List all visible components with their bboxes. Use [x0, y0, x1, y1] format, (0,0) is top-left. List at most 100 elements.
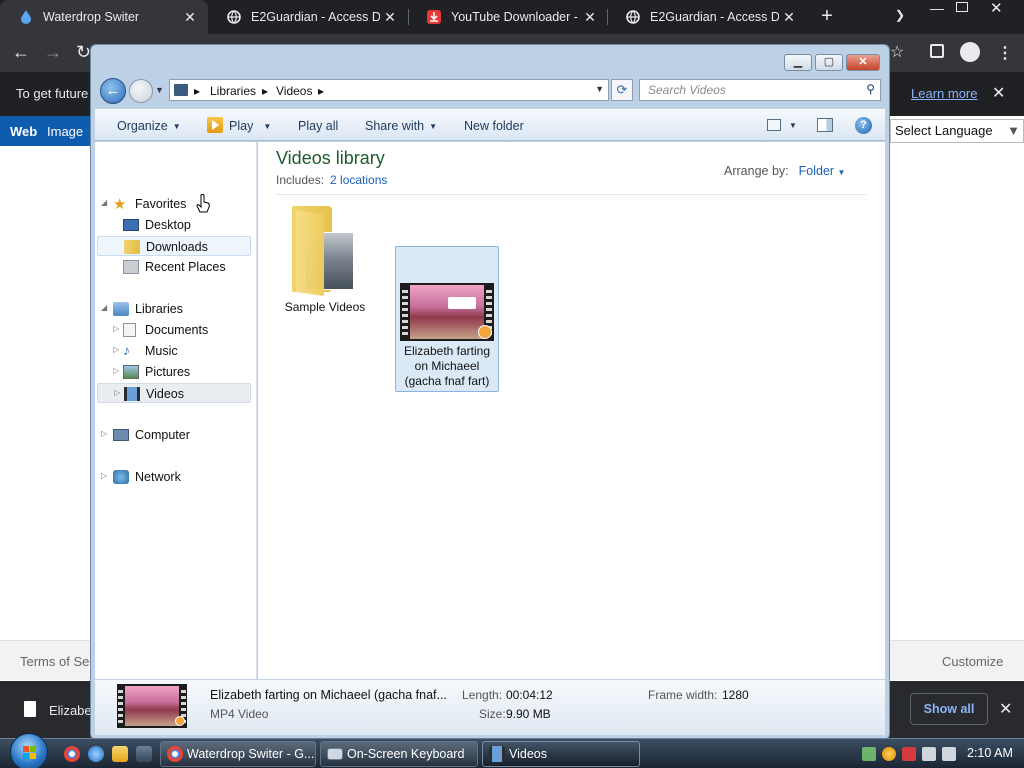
tab-search-chevron-icon[interactable]: ❯	[895, 8, 905, 22]
back-arrow-icon[interactable]: ←	[12, 42, 30, 63]
new-folder-button[interactable]: New folder	[464, 119, 524, 133]
preview-pane-icon[interactable]	[817, 118, 833, 132]
close-tab-icon[interactable]: ✕	[380, 9, 400, 26]
tree-desktop[interactable]: Desktop	[95, 215, 255, 235]
close-window-icon[interactable]: ✕	[990, 0, 1003, 17]
browser-tab-e2guardian-2[interactable]: E2Guardian - Access Den ✕	[607, 0, 807, 34]
close-infobar-icon[interactable]: ✕	[992, 83, 1005, 103]
download-item-name[interactable]: Elizabe	[49, 703, 92, 718]
reload-icon[interactable]: ↻	[76, 42, 91, 63]
show-all-button[interactable]: Show all	[910, 693, 988, 725]
folder-icon	[288, 206, 358, 296]
internet-explorer-icon[interactable]	[88, 746, 104, 762]
web-tab[interactable]: Web	[10, 124, 37, 139]
change-view-icon[interactable]	[767, 119, 781, 131]
minimize-icon[interactable]: ▁	[784, 54, 812, 71]
address-bar[interactable]: ▸ Libraries ▸ Videos ▸ ▼	[169, 79, 609, 101]
expand-arrow-icon[interactable]: ▷	[113, 324, 119, 333]
tree-computer[interactable]: ▷ Computer	[95, 425, 255, 445]
tab-title: E2Guardian - Access Den	[650, 10, 779, 24]
play-all-button[interactable]: Play all	[298, 119, 338, 133]
maximize-icon[interactable]: ▢	[815, 54, 843, 71]
network-tray-icon[interactable]	[862, 747, 876, 761]
file-item-elizabeth-video[interactable]: Elizabeth farting on Michaeel (gacha fna…	[395, 246, 499, 392]
taskbar-chrome-button[interactable]: Waterdrop Switer - G...	[160, 741, 316, 767]
maximize-icon[interactable]	[956, 2, 968, 12]
language-select[interactable]: Select Language ▼	[890, 119, 1024, 143]
help-icon[interactable]: ?	[855, 117, 872, 134]
dropdown-arrow-icon[interactable]: ▼	[789, 121, 797, 130]
recent-pages-dropdown-icon[interactable]: ▼	[155, 85, 164, 95]
forward-arrow-icon[interactable]: →	[44, 42, 62, 63]
image-tab[interactable]: Image	[47, 124, 83, 139]
close-tab-icon[interactable]: ✕	[180, 9, 200, 26]
expand-arrow-icon[interactable]: ▷	[113, 345, 119, 354]
close-download-shelf-icon[interactable]: ✕	[999, 699, 1012, 719]
minimize-icon[interactable]: —	[930, 0, 944, 16]
breadcrumb-separator[interactable]: ▸	[262, 84, 268, 98]
tree-favorites[interactable]: ◢ ★ Favorites	[95, 194, 255, 214]
power-icon[interactable]	[922, 747, 936, 761]
search-icon[interactable]: ⚲	[866, 82, 875, 96]
browser-tab-waterdrop[interactable]: Waterdrop Switer ✕	[0, 0, 208, 34]
tree-documents[interactable]: ▷ Documents	[95, 320, 255, 340]
start-button[interactable]	[10, 733, 48, 768]
play-button[interactable]: Play ▼	[207, 117, 271, 133]
expand-arrow-icon[interactable]: ▷	[114, 388, 120, 397]
details-length-value: 00:04:12	[506, 688, 553, 702]
taskbar-videos-button[interactable]: Videos	[482, 741, 640, 767]
taskbar-osk-button[interactable]: On-Screen Keyboard	[320, 741, 478, 767]
tree-videos[interactable]: ▷ Videos	[97, 383, 251, 403]
refresh-icon[interactable]: ⟳	[611, 79, 633, 101]
volume-muted-icon[interactable]	[942, 747, 956, 761]
tree-libraries[interactable]: ◢ Libraries	[95, 299, 255, 319]
file-item-sample-videos[interactable]: Sample Videos	[274, 202, 378, 318]
action-center-icon[interactable]	[902, 747, 916, 761]
tree-pictures[interactable]: ▷ Pictures	[95, 362, 255, 382]
chrome-icon[interactable]	[64, 746, 80, 762]
close-tab-icon[interactable]: ✕	[580, 9, 600, 26]
media-player-icon[interactable]	[112, 746, 128, 762]
browser-tab-strip: Waterdrop Switer ✕ E2Guardian - Access D…	[0, 0, 1024, 34]
browser-tab-e2guardian-1[interactable]: E2Guardian - Access Den ✕	[208, 0, 408, 34]
breadcrumb-separator[interactable]: ▸	[194, 84, 200, 98]
browser-tab-youtube-downloader[interactable]: YouTube Downloader - D ✕	[408, 0, 608, 34]
search-tray-icon[interactable]	[882, 747, 896, 761]
back-arrow-icon[interactable]: ←	[100, 78, 126, 104]
explorer-icon[interactable]	[136, 746, 152, 762]
expand-arrow-icon[interactable]: ▷	[101, 429, 107, 438]
organize-button[interactable]: Organize ▼	[117, 119, 181, 133]
locations-link[interactable]: 2 locations	[330, 173, 387, 187]
search-input[interactable]	[640, 80, 860, 100]
forward-arrow-icon[interactable]	[129, 79, 153, 103]
close-window-icon[interactable]: ✕	[846, 54, 880, 71]
new-tab-button[interactable]: +	[816, 6, 838, 28]
tab-title: Waterdrop Switer	[43, 10, 140, 24]
learn-more-link[interactable]: Learn more	[911, 86, 977, 101]
search-box: ⚲	[639, 79, 881, 101]
tree-recent-places[interactable]: Recent Places	[95, 257, 255, 277]
side-panel-icon[interactable]	[930, 44, 944, 58]
tree-downloads[interactable]: Downloads	[97, 236, 251, 256]
expand-arrow-icon[interactable]: ▷	[113, 366, 119, 375]
dropdown-arrow-icon: ▼	[1007, 123, 1020, 138]
collapse-arrow-icon[interactable]: ◢	[101, 303, 107, 312]
tree-network[interactable]: ▷ Network	[95, 467, 255, 487]
address-dropdown-icon[interactable]: ▼	[595, 84, 604, 94]
breadcrumb-videos[interactable]: Videos	[276, 84, 312, 98]
share-with-button[interactable]: Share with ▼	[365, 119, 437, 133]
clock[interactable]: 2:10 AM	[967, 746, 1013, 760]
breadcrumb-separator[interactable]: ▸	[318, 84, 324, 98]
profile-avatar-icon[interactable]	[960, 42, 980, 62]
collapse-arrow-icon[interactable]: ◢	[101, 198, 107, 207]
bookmark-star-icon[interactable]: ☆	[890, 42, 904, 62]
kebab-menu-icon[interactable]: ⋮	[997, 43, 1013, 63]
expand-arrow-icon[interactable]: ▷	[101, 471, 107, 480]
arrange-by-dropdown[interactable]: Folder ▼	[799, 164, 846, 178]
terms-link[interactable]: Terms of Se	[20, 654, 89, 669]
tree-music[interactable]: ▷ ♪ Music	[95, 341, 255, 361]
downloads-folder-icon	[124, 240, 140, 254]
breadcrumb-libraries[interactable]: Libraries	[210, 84, 256, 98]
close-tab-icon[interactable]: ✕	[779, 9, 799, 26]
customize-link[interactable]: Customize	[942, 654, 1003, 669]
